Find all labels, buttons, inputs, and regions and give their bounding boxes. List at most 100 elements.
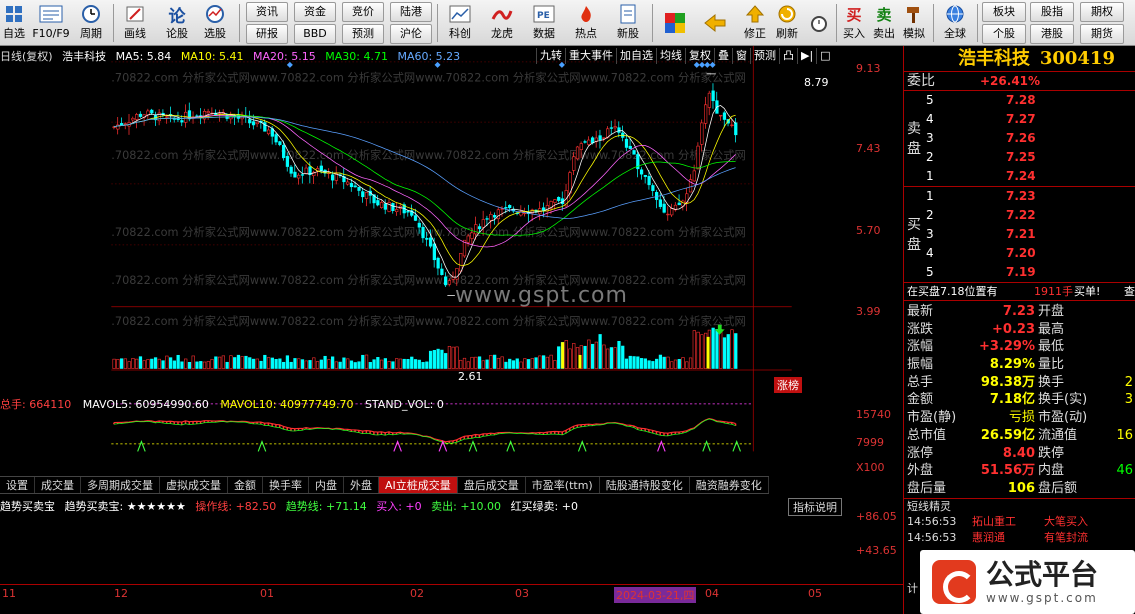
volume-bar <box>282 361 286 369</box>
global-button[interactable]: 全球 <box>938 2 972 44</box>
candle-body <box>598 135 602 141</box>
hot-spot-button[interactable]: 热点 <box>568 2 604 44</box>
stock-picker-button[interactable]: 选股 <box>198 2 232 44</box>
alarm-button[interactable] <box>804 2 834 44</box>
window-button[interactable]: 窗 <box>732 48 750 64</box>
commission-value: +26.41% <box>980 74 1041 88</box>
volume-bar <box>609 347 614 369</box>
discuss-button[interactable]: 论 论股 <box>160 2 194 44</box>
overlay-button[interactable]: 叠 <box>714 48 732 64</box>
tab-volume[interactable]: 成交量 <box>35 477 81 493</box>
signal-marker <box>506 440 515 452</box>
tab-settings[interactable]: 设置 <box>0 477 35 493</box>
back-button[interactable] <box>700 2 730 44</box>
hk-connect-button[interactable]: 陆港 <box>390 2 432 22</box>
tab-inner[interactable]: 内盘 <box>309 477 344 493</box>
moving-average-button[interactable]: 均线 <box>656 48 685 64</box>
tab-turnover[interactable]: 换手率 <box>263 477 309 493</box>
buy-row[interactable]: 3 7.21 <box>904 225 1135 244</box>
ma60-label: MA60: 5.23 <box>397 50 461 63</box>
refresh-button[interactable]: 刷新 <box>772 2 802 44</box>
discuss-icon: 论 <box>168 6 186 27</box>
revise-button[interactable]: 修正 <box>740 2 770 44</box>
shanghai-london-button[interactable]: 沪伦 <box>390 24 432 44</box>
auction-button[interactable]: 竞价 <box>342 2 384 22</box>
status-check-link[interactable]: 查 <box>1124 283 1135 301</box>
tab-outer[interactable]: 外盘 <box>344 477 379 493</box>
period-label[interactable]: 日线(复权) <box>0 50 53 63</box>
data-button[interactable]: PE 数据 <box>526 2 562 44</box>
buy-row[interactable]: 5 7.19 <box>904 263 1135 282</box>
tab-after-hours-volume[interactable]: 盘后成交量 <box>458 477 526 493</box>
short-term-sprite-header[interactable]: 短线精灵 <box>904 497 1135 514</box>
index-futures-button[interactable]: 股指 <box>1030 2 1074 22</box>
tab-amount[interactable]: 金额 <box>228 477 263 493</box>
hk-stock-button[interactable]: 港股 <box>1030 24 1074 44</box>
sell-button[interactable]: 卖 卖出 <box>870 2 898 44</box>
short-term-row[interactable]: 14:56:53 惠润通 有笔封流 <box>904 530 1135 546</box>
next-button[interactable]: ▶| <box>797 48 816 64</box>
volume-bar <box>214 356 218 369</box>
tab-ai-volume[interactable]: AI立桩成交量 <box>379 477 458 493</box>
forecast-button[interactable]: 预测 <box>342 24 384 44</box>
bbd-button[interactable]: BBD <box>294 24 336 44</box>
quote-label: 总手 <box>907 374 934 390</box>
individual-stock-button[interactable]: 个股 <box>982 24 1026 44</box>
short-stock: 拓山重工 <box>972 514 1016 528</box>
nine-turn-button[interactable]: 九转 <box>536 48 565 64</box>
short-term-row[interactable]: 14:56:53 拓山重工 大笔买入 <box>904 514 1135 530</box>
fund-button[interactable]: 资金 <box>294 2 336 22</box>
major-event-button[interactable]: 重大事件 <box>565 48 616 64</box>
buy-row[interactable]: 1 7.23 <box>904 187 1135 206</box>
volume-bar <box>655 358 659 369</box>
limit-up-tag[interactable]: 涨榜 <box>774 377 802 393</box>
options-button[interactable]: 期权 <box>1080 2 1124 22</box>
research-button[interactable]: 研报 <box>246 24 288 44</box>
futures-button[interactable]: 期货 <box>1080 24 1124 44</box>
tab-virtual-volume[interactable]: 虚拟成交量 <box>160 477 228 493</box>
sell-row[interactable]: 1 7.24 <box>904 167 1135 186</box>
candle-body <box>504 207 508 209</box>
sell-row[interactable]: 2 7.25 <box>904 148 1135 167</box>
new-stock-button[interactable]: 新股 <box>610 2 646 44</box>
maximize-button[interactable]: □ <box>816 48 833 64</box>
layout-button[interactable] <box>660 2 690 44</box>
tab-multi-period-volume[interactable]: 多周期成交量 <box>81 477 160 493</box>
commission-ratio-row: 委比 +26.41% <box>904 72 1135 91</box>
add-watchlist-button[interactable]: 加自选 <box>616 48 656 64</box>
sell-row[interactable]: 4 7.27 <box>904 110 1135 129</box>
draw-line-button[interactable]: 画线 <box>118 2 152 44</box>
bump-button[interactable]: 凸 <box>779 48 797 64</box>
tab-margin-change[interactable]: 融资融券变化 <box>690 477 769 493</box>
news-button[interactable]: 资讯 <box>246 2 288 22</box>
volume-bar <box>704 332 708 369</box>
sell-row[interactable]: 5 7.28 <box>904 91 1135 110</box>
tab-northbound-holdings[interactable]: 陆股通持股变化 <box>600 477 690 493</box>
volume-bar <box>402 358 406 369</box>
dragon-tiger-button[interactable]: 龙虎 <box>484 2 520 44</box>
f10-button[interactable]: F10/F9 <box>30 2 72 44</box>
sell-row[interactable]: 3 7.26 <box>904 129 1135 148</box>
watchlist-button[interactable]: 自选 <box>0 2 28 44</box>
buy-row[interactable]: 2 7.22 <box>904 206 1135 225</box>
moving-average-line <box>113 113 736 266</box>
quote-row: 涨停 8.40 跌停 <box>904 445 1135 463</box>
simulate-button[interactable]: 模拟 <box>900 2 928 44</box>
tab-pe-ttm[interactable]: 市盈率(ttm) <box>526 477 600 493</box>
quote-label: 盘后量 <box>907 480 947 496</box>
volume-bar <box>500 356 504 369</box>
volume-bar <box>534 357 538 369</box>
volume-bar <box>300 359 305 369</box>
volume-bar <box>180 361 184 369</box>
indicator-help-button[interactable]: 指标说明 <box>788 498 842 516</box>
candle-body <box>670 208 674 216</box>
volume-bar <box>578 354 582 369</box>
buy-row[interactable]: 4 7.20 <box>904 244 1135 263</box>
predict-button[interactable]: 预测 <box>750 48 779 64</box>
operation-line <box>113 417 736 443</box>
sector-button[interactable]: 板块 <box>982 2 1026 22</box>
restore-rights-button[interactable]: 复权 <box>685 48 714 64</box>
period-button[interactable]: 周期 <box>74 2 108 44</box>
star-market-button[interactable]: 科创 <box>442 2 478 44</box>
buy-button[interactable]: 买 买入 <box>840 2 868 44</box>
